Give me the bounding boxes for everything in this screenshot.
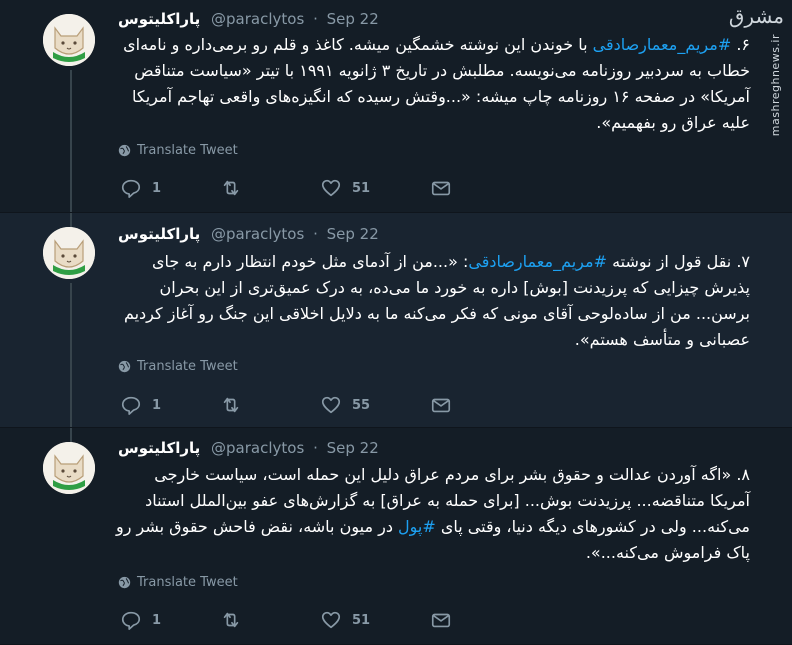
translate-tweet-link[interactable]: Translate Tweet [118,141,238,159]
heart-icon [321,396,341,414]
globe-icon [118,576,131,588]
avatar[interactable] [43,442,95,494]
direct-message-button[interactable] [430,394,452,416]
envelope-icon [431,398,451,413]
tweet-text: ۸. «اگه آوردن عدالت و حقوق بشر برای مردم… [110,462,750,566]
globe-icon [118,360,131,372]
text-before: ۷. نقل قول از نوشته [606,252,750,271]
author-handle[interactable]: @paraclytos [211,439,304,457]
retweet-button[interactable] [220,177,320,199]
thread-line [70,70,72,212]
direct-message-button[interactable] [430,177,452,199]
hashtag-link[interactable]: #مریم_معمارصادقی [593,35,732,54]
translate-tweet-link[interactable]: Translate Tweet [118,357,238,375]
like-button[interactable]: 51 [320,609,430,631]
envelope-icon [431,181,451,196]
author-handle[interactable]: @paraclytos [211,225,304,243]
tweet-actions: 1 51 [120,177,452,199]
author-name[interactable]: پاراکلیتوس [118,439,200,457]
like-button[interactable]: 55 [320,394,430,416]
avatar[interactable] [43,14,95,66]
reply-count: 1 [152,397,162,413]
reply-button[interactable]: 1 [120,609,220,631]
tweet-text: ۷. نقل قول از نوشته #مریم_معمارصادقی: «.… [110,249,750,353]
hashtag-link[interactable]: #مریم_معمارصادقی [468,252,607,271]
watermark-brand: مشرق [728,4,784,28]
like-count: 51 [352,612,371,628]
reply-icon [121,179,141,198]
tweet-header: پاراکلیتوس @paraclytos · Sep 22 [118,223,379,245]
like-count: 55 [352,397,371,413]
mashregh-watermark: مشرق mashreghnews.ir [729,4,788,136]
like-count: 51 [352,180,371,196]
reply-icon [121,396,141,415]
retweet-icon [223,612,239,628]
tweet-actions: 1 51 [120,609,452,631]
author-name[interactable]: پاراکلیتوس [118,10,200,28]
tweet-text: ۶. #مریم_معمارصادقی با خوندن این نوشته خ… [110,32,750,136]
retweet-button[interactable] [220,609,320,631]
thread-line [70,283,72,427]
thread-line [70,213,72,227]
reply-count: 1 [152,180,162,196]
retweet-icon [223,397,239,413]
reply-button[interactable]: 1 [120,394,220,416]
author-name[interactable]: پاراکلیتوس [118,225,200,243]
tweet-date[interactable]: Sep 22 [327,225,379,243]
retweet-icon [223,180,239,196]
heart-icon [321,179,341,197]
hashtag-link[interactable]: #پول [398,517,436,536]
tweet[interactable]: پاراکلیتوس @paraclytos · Sep 22 ۸. «اگه … [0,428,792,645]
separator-dot: · [313,10,318,28]
tweet[interactable]: پاراکلیتوس @paraclytos · Sep 22 ۶. #مریم… [0,0,792,213]
reply-icon [121,611,141,630]
translate-tweet-link[interactable]: Translate Tweet [118,573,238,591]
translate-label: Translate Tweet [137,358,238,374]
globe-icon [118,144,131,156]
author-handle[interactable]: @paraclytos [211,10,304,28]
tweet-header: پاراکلیتوس @paraclytos · Sep 22 [118,8,379,30]
tweet-date[interactable]: Sep 22 [327,439,379,457]
translate-label: Translate Tweet [137,142,238,158]
envelope-icon [431,613,451,628]
like-button[interactable]: 51 [320,177,430,199]
translate-label: Translate Tweet [137,574,238,590]
reply-count: 1 [152,612,162,628]
separator-dot: · [313,439,318,457]
separator-dot: · [313,225,318,243]
retweet-button[interactable] [220,394,320,416]
tweet-date[interactable]: Sep 22 [327,10,379,28]
thread-line [70,428,72,442]
reply-button[interactable]: 1 [120,177,220,199]
tweet-actions: 1 55 [120,394,452,416]
heart-icon [321,611,341,629]
tweet-header: پاراکلیتوس @paraclytos · Sep 22 [118,437,379,459]
avatar[interactable] [43,227,95,279]
watermark-url: mashreghnews.ir [769,34,782,137]
tweet[interactable]: پاراکلیتوس @paraclytos · Sep 22 ۷. نقل ق… [0,213,792,428]
direct-message-button[interactable] [430,609,452,631]
